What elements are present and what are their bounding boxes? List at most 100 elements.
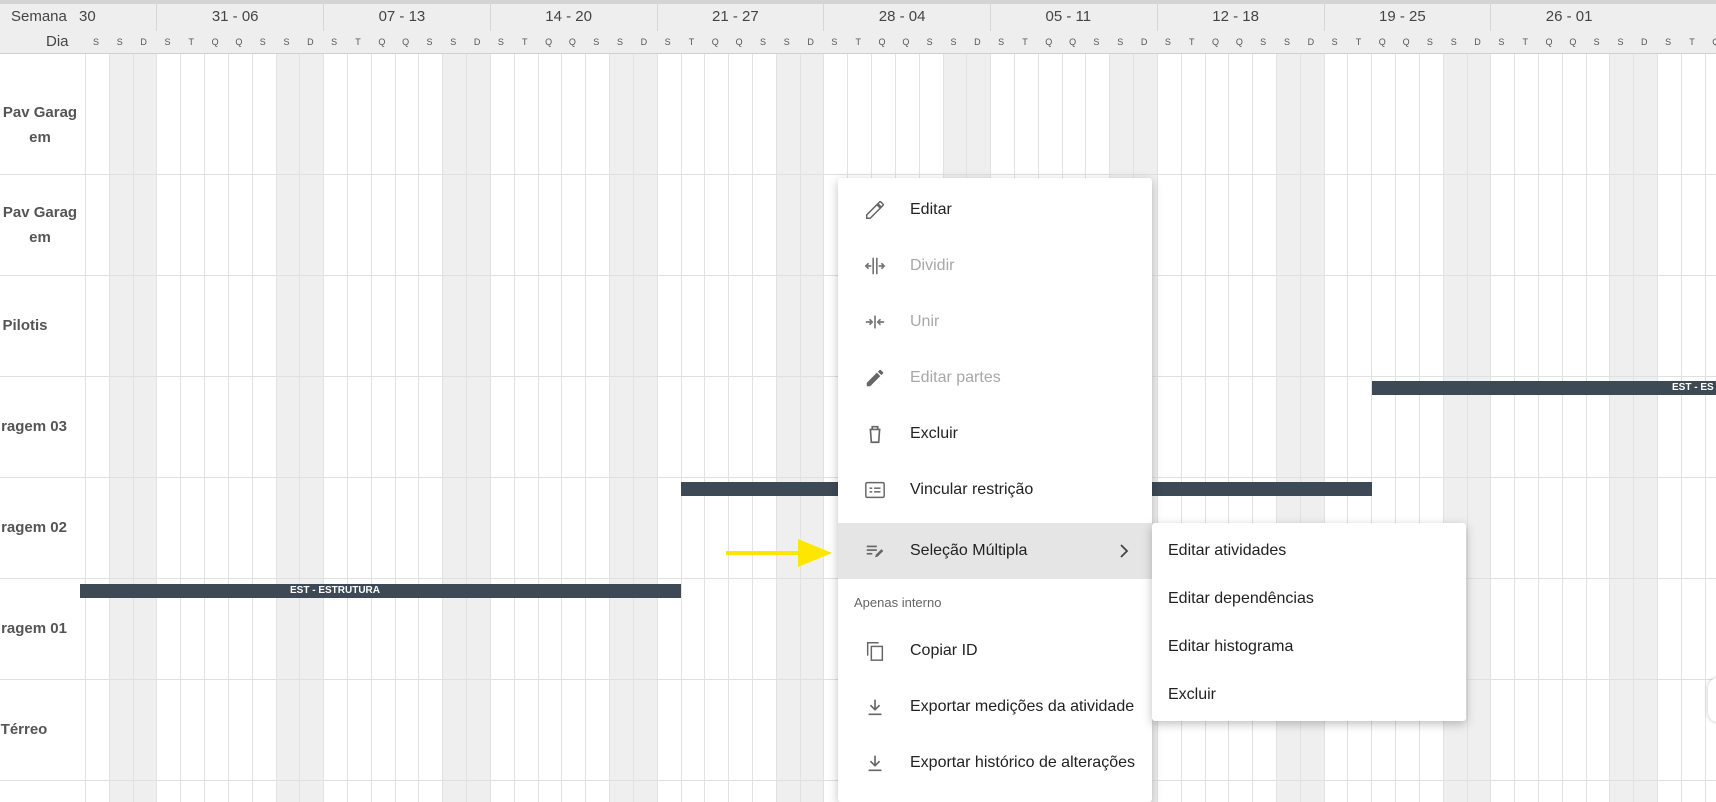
menu-item-dividir[interactable]: Dividir: [838, 238, 1152, 294]
day-letter: S: [259, 37, 266, 47]
activity-bar-label: EST - ES: [1672, 382, 1714, 393]
trash-icon: [864, 423, 886, 445]
multi-select-submenu: Editar atividades Editar dependências Ed…: [1152, 523, 1466, 721]
week-label: 19 - 25: [1379, 8, 1426, 25]
day-letter: Q: [235, 37, 243, 47]
day-letter: S: [426, 37, 433, 47]
week-separator: [656, 0, 658, 31]
day-letter: Q: [1545, 37, 1553, 47]
menu-item-label: Exportar medições da atividade: [910, 698, 1135, 715]
day-gridline: [513, 54, 515, 802]
submenu-item-editar-histograma[interactable]: Editar histograma: [1152, 623, 1466, 671]
menu-item-exportar-historico[interactable]: Exportar histórico de alterações: [838, 735, 1152, 791]
day-letter: Q: [1069, 37, 1077, 47]
menu-item-excluir[interactable]: Excluir: [838, 406, 1152, 462]
menu-item-label: Editar partes: [910, 369, 1001, 386]
yellow-arrow-icon: [726, 539, 832, 567]
day-gridline: [1514, 54, 1516, 802]
activity-bar-garagem-01[interactable]: EST - ESTRUTURA: [80, 584, 681, 598]
pencil-icon: [864, 199, 886, 221]
menu-item-label: Dividir: [910, 257, 955, 274]
week-label: 07 - 13: [378, 8, 426, 25]
week-label: 26 - 01: [1545, 8, 1593, 25]
day-letter: T: [688, 37, 695, 47]
row-label-terreo[interactable]: Térreo: [0, 717, 48, 742]
weekend-column: [442, 54, 467, 802]
submenu-item-editar-atividades[interactable]: Editar atividades: [1152, 527, 1466, 575]
day-letter: S: [1498, 37, 1505, 47]
day-letter: S: [164, 37, 171, 47]
weekend-column: [799, 54, 824, 802]
submenu-item-editar-dependencias[interactable]: Editar dependências: [1152, 575, 1466, 623]
menu-item-exportar-medicoes[interactable]: Exportar medições da atividade: [838, 679, 1152, 735]
day-letter: S: [1260, 37, 1267, 47]
day-gridline: [799, 54, 801, 802]
download-icon: [864, 696, 886, 718]
row-label-garagem-03[interactable]: ragem 03: [0, 414, 68, 439]
day-letter: S: [926, 37, 933, 47]
week-label: 21 - 27: [712, 8, 759, 25]
row-label-pav-garagem-1[interactable]: Pav Garag em: [0, 100, 80, 150]
scroll-handle[interactable]: [1708, 678, 1716, 722]
day-gridline: [1633, 54, 1635, 802]
menu-item-selecao-multipla[interactable]: Seleção Múltipla: [838, 523, 1152, 579]
menu-item-vincular-restricao[interactable]: Vincular restrição: [838, 462, 1152, 518]
day-gridline: [1561, 54, 1563, 802]
day-gridline: [85, 54, 86, 802]
top-scrollbar[interactable]: [0, 0, 1716, 4]
multi-select-icon: [864, 540, 886, 562]
day-gridline: [1490, 54, 1492, 802]
row-label-garagem-02[interactable]: ragem 02: [0, 515, 68, 540]
day-letter: S: [1617, 37, 1624, 47]
day-letter: S: [450, 37, 457, 47]
day-row-label: Dia: [46, 33, 69, 50]
week-separator: [489, 0, 491, 31]
week-separator: [156, 0, 158, 31]
day-letter: D: [307, 37, 314, 47]
day-gridline: [1538, 54, 1540, 802]
day-letter: Q: [402, 37, 410, 47]
row-label-pilotis[interactable]: Pilotis: [2, 313, 48, 338]
row-label-garagem-01[interactable]: ragem 01: [0, 616, 68, 641]
week-separator: [990, 0, 992, 31]
week-separator: [823, 0, 825, 31]
day-gridline: [442, 54, 444, 802]
day-letter: S: [1593, 37, 1600, 47]
day-gridline: [299, 54, 301, 802]
day-letter: S: [998, 37, 1005, 47]
submenu-item-excluir[interactable]: Excluir: [1152, 671, 1466, 719]
day-gridline: [1680, 54, 1682, 802]
row-label-pav-garagem-2[interactable]: Pav Garag em: [0, 200, 80, 250]
week-label: 05 - 11: [1045, 8, 1092, 25]
menu-item-editar[interactable]: Editar: [838, 182, 1152, 238]
day-letter: D: [974, 37, 981, 47]
day-letter: S: [116, 37, 123, 47]
day-gridline: [227, 54, 229, 802]
day-letter: D: [1140, 37, 1148, 47]
activity-bar-label: EST - ESTRUTURA: [290, 585, 380, 596]
day-gridline: [204, 54, 206, 802]
week-separator: [1323, 0, 1325, 31]
day-letter: T: [1689, 37, 1695, 47]
weekend-column: [775, 54, 800, 802]
menu-item-unir[interactable]: Unir: [838, 294, 1152, 350]
day-gridline: [275, 54, 277, 802]
day-letter: S: [664, 37, 671, 47]
day-letter: Q: [211, 37, 219, 47]
menu-section-label: Apenas interno: [854, 595, 942, 610]
weekend-column: [1633, 54, 1658, 802]
menu-item-label: Excluir: [910, 425, 959, 442]
activity-bar-garagem-03[interactable]: EST - ES: [1372, 381, 1716, 395]
day-gridline: [751, 54, 753, 802]
day-letter: S: [783, 37, 790, 47]
menu-item-copiar-id[interactable]: Copiar ID: [838, 623, 1152, 679]
day-letter: S: [831, 37, 838, 47]
week-label: 31 - 06: [211, 8, 259, 25]
day-gridline: [1704, 54, 1706, 802]
week-separator: [1156, 0, 1158, 31]
menu-item-editar-partes[interactable]: Editar partes: [838, 350, 1152, 406]
day-gridline: [680, 54, 682, 802]
weekend-column: [1466, 54, 1491, 802]
day-letter: Q: [1235, 37, 1243, 47]
day-gridline: [609, 54, 611, 802]
